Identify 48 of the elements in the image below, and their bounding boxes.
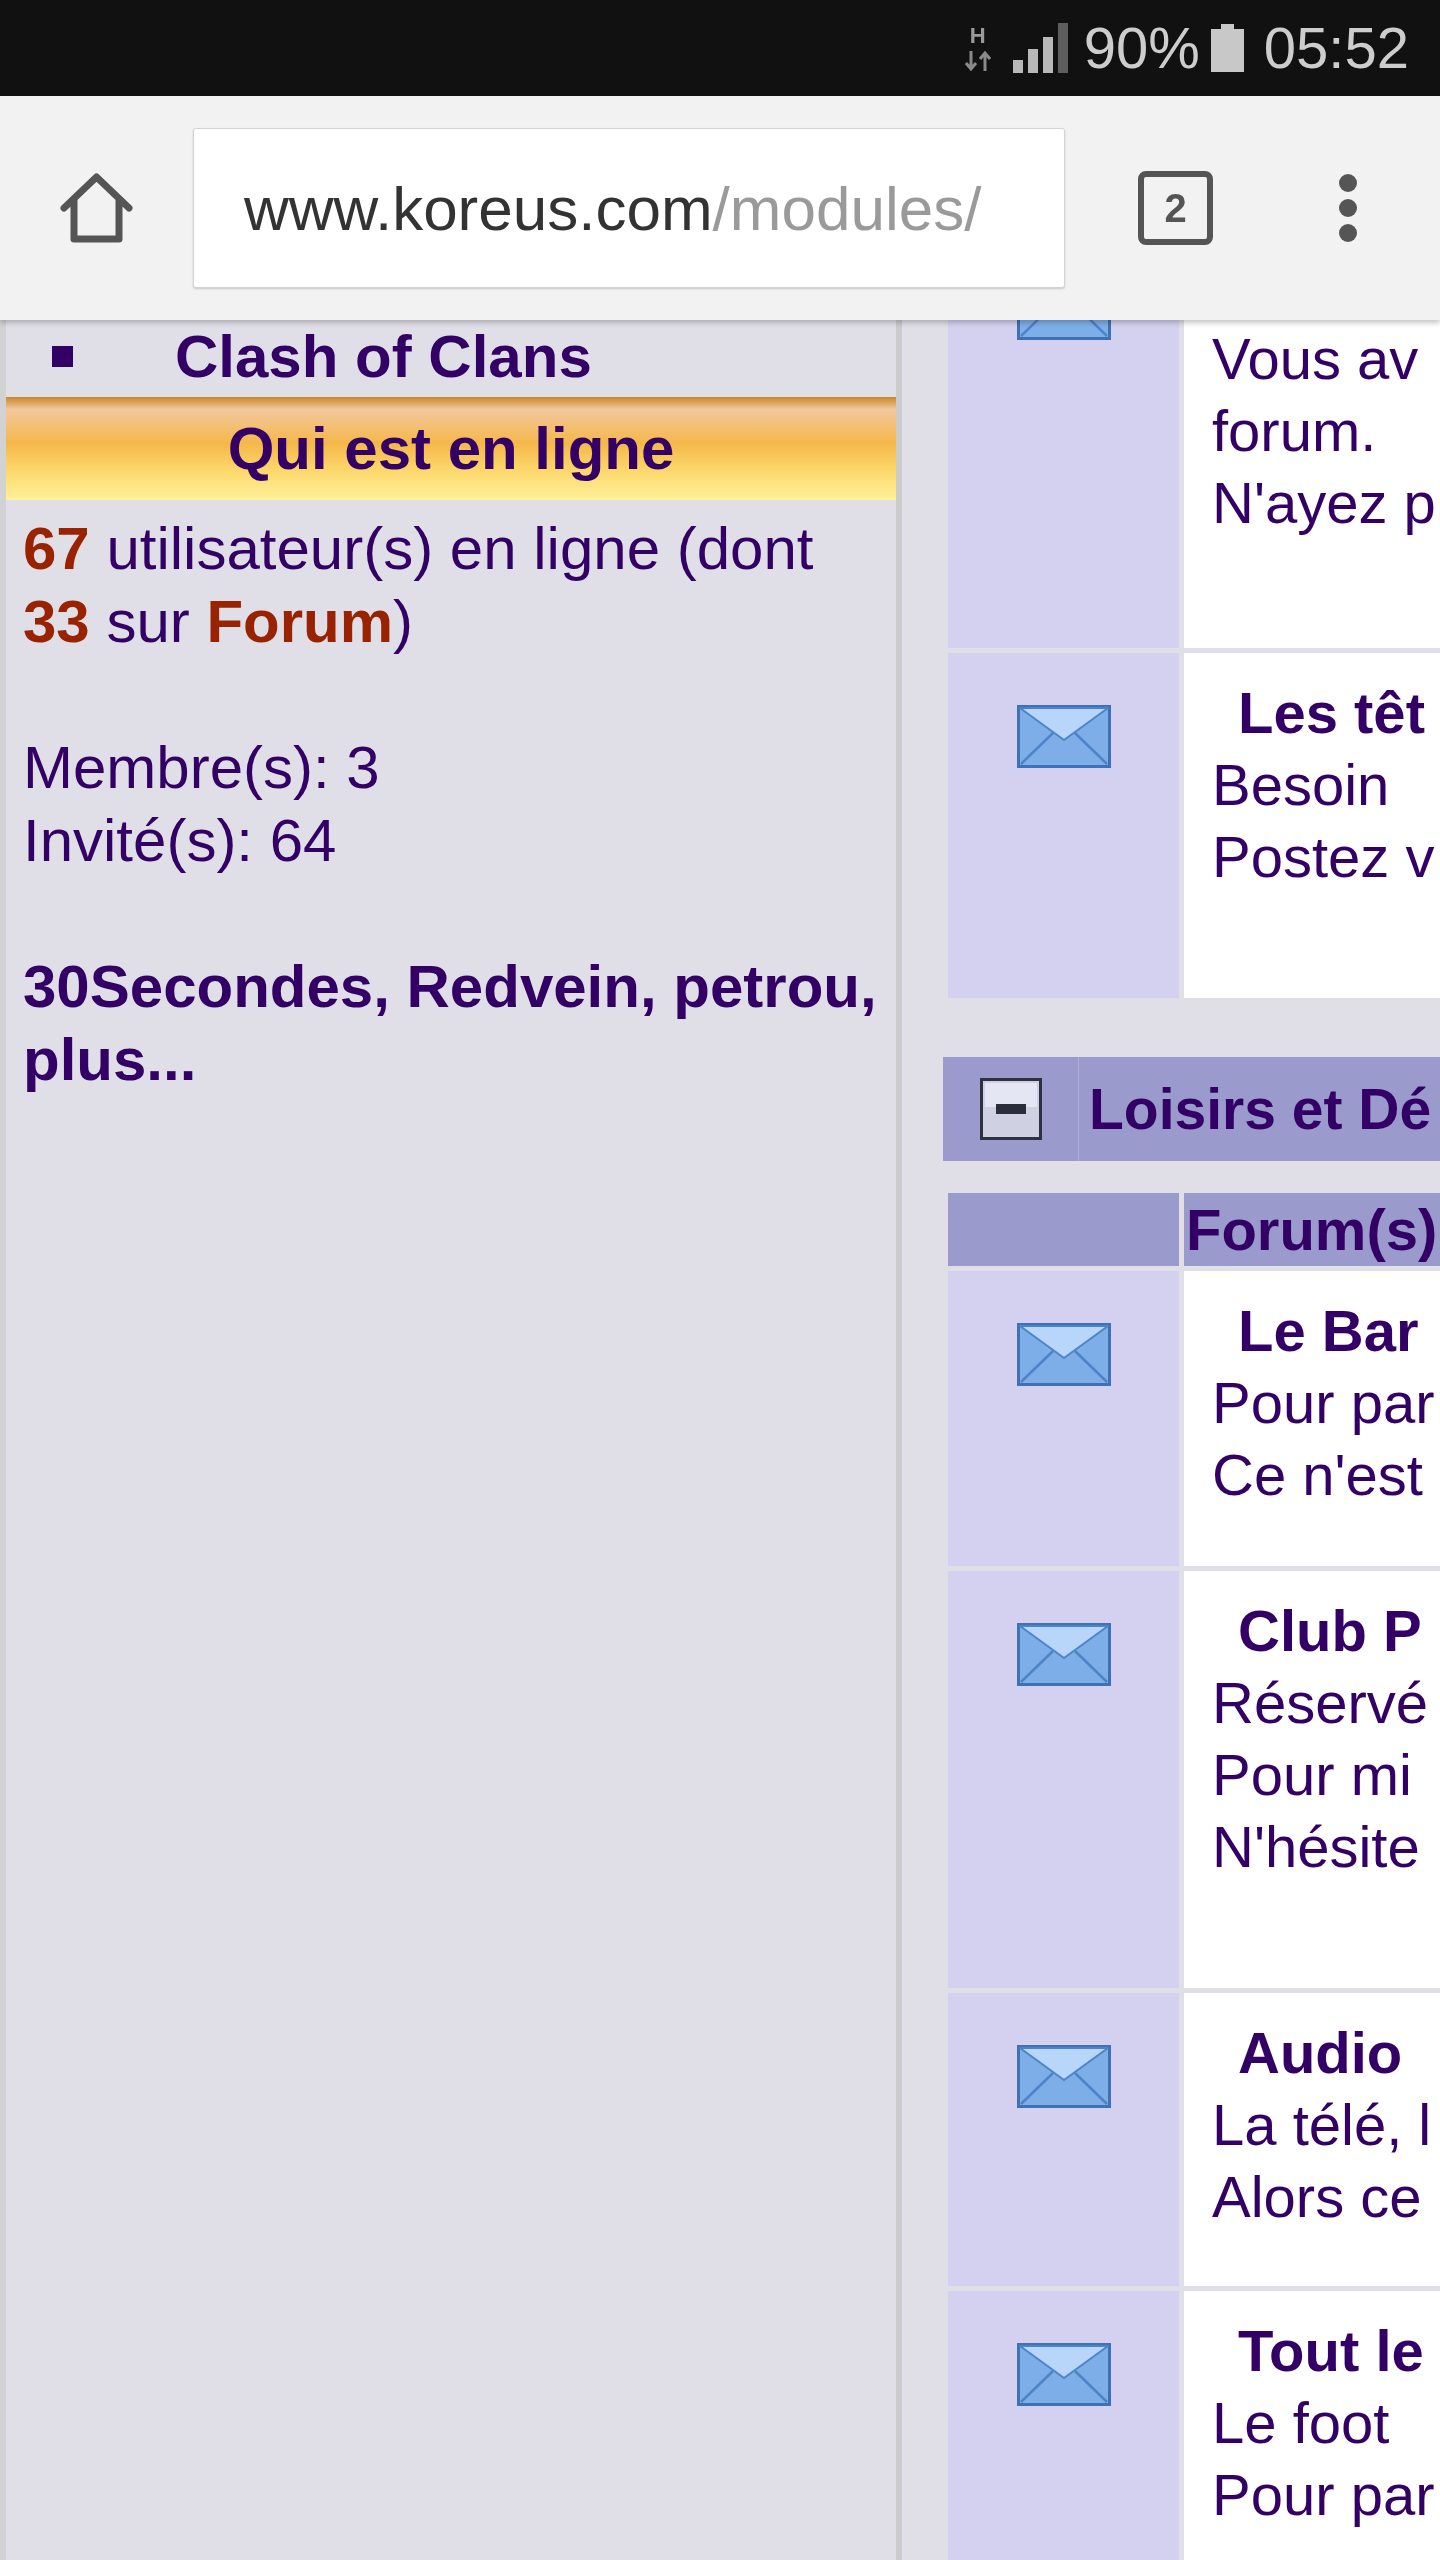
forum-title-link[interactable]: Les têt <box>1212 677 1440 749</box>
forum-description-line: Réservé <box>1212 1669 1429 1737</box>
clock-time: 05:52 <box>1263 19 1409 77</box>
block-header: Qui est en ligne <box>6 397 896 500</box>
collapse-icon[interactable] <box>979 1078 1042 1140</box>
forum-description-line: Pour par <box>1212 1369 1436 1437</box>
column-header: Forum(s) <box>1184 1193 1440 1266</box>
forum-description-line: Vous av <box>1212 325 1420 393</box>
tab-switcher-button[interactable]: 2 <box>1138 171 1213 245</box>
category-title-link[interactable]: Loisirs et Dé <box>1079 1073 1432 1145</box>
battery-icon <box>1210 24 1244 72</box>
url-field[interactable]: www.koreus.com/modules/ <box>193 128 1065 288</box>
forum-description-line: N'ayez p <box>1212 469 1437 537</box>
envelope-icon <box>1016 1623 1111 1686</box>
forum-title-link[interactable]: Audio <box>1212 2017 1440 2089</box>
forum-description-line: Pour par <box>1212 2461 1436 2529</box>
forum-title-link[interactable]: Club P <box>1212 1595 1440 1667</box>
forum-description-line: La télé, l <box>1212 2091 1433 2159</box>
user-link[interactable]: 30Secondes <box>23 953 374 1020</box>
more-users-link[interactable]: plus... <box>23 1026 197 1093</box>
guests-count-text: Invité(s): 64 <box>23 806 338 876</box>
user-link[interactable]: petrou <box>673 953 860 1020</box>
envelope-icon <box>1016 1323 1111 1386</box>
envelope-icon <box>1016 2343 1111 2406</box>
forum-description-line: N'hésite <box>1212 1813 1421 1881</box>
battery-percent: 90% <box>1083 19 1200 77</box>
forum-description-line: Postez v <box>1212 823 1436 891</box>
envelope-icon <box>1016 705 1111 768</box>
more-options-icon[interactable] <box>1339 174 1357 242</box>
envelope-icon <box>1016 2045 1111 2108</box>
online-users-list: 30Secondes, Redvein, petrou, plus... <box>23 950 895 1096</box>
forum-description-line: Besoin <box>1212 751 1391 819</box>
forum-description-line: Le foot <box>1212 2389 1391 2457</box>
online-summary-text: 67 utilisateur(s) en ligne (dont 33 sur Forum) <box>23 514 815 657</box>
forum-description-line: Alors ce <box>1212 2163 1423 2231</box>
members-count-text: Membre(s): 3 <box>23 733 381 803</box>
bullet-icon <box>52 346 73 367</box>
menu-link[interactable]: Clash of Clans <box>175 320 592 393</box>
data-arrows-icon <box>964 51 991 71</box>
user-link[interactable]: Redvein <box>406 953 640 1020</box>
forum-title-link[interactable]: Le Bar <box>1212 1295 1440 1367</box>
forum-description-line: Pour mi <box>1212 1741 1413 1809</box>
forum-description-line: Ce n'est <box>1212 1441 1424 1509</box>
signal-icon <box>1012 23 1068 73</box>
forum-title-link[interactable]: Tout le <box>1212 2315 1440 2387</box>
home-icon[interactable] <box>59 171 134 245</box>
forum-description-line: forum. <box>1212 397 1378 465</box>
network-type-label: H <box>969 25 986 47</box>
